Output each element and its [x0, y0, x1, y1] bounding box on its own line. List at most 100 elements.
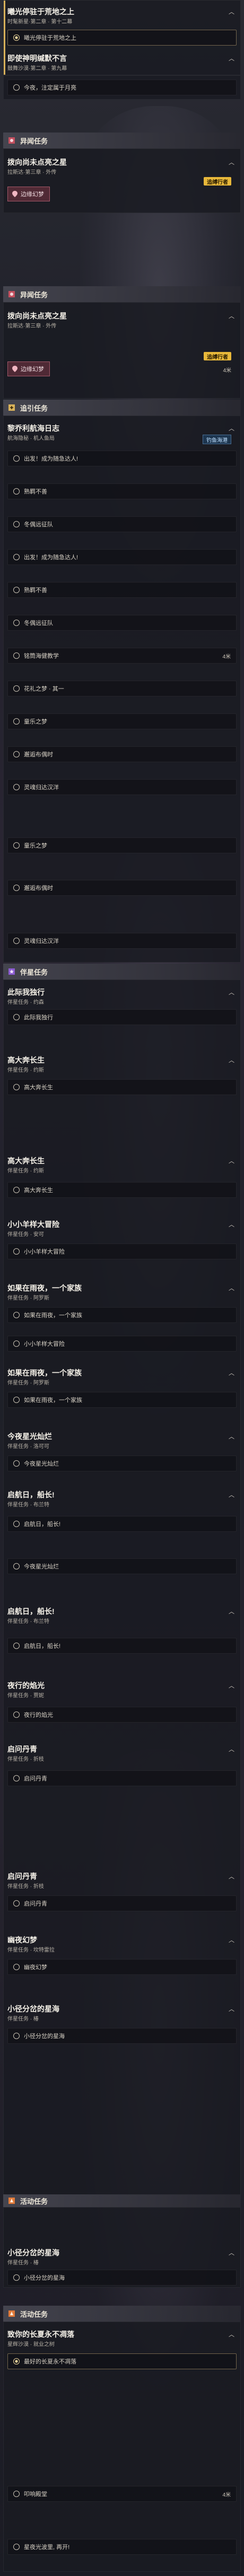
quest-title[interactable]: 此际我独行: [7, 987, 237, 998]
quest-title[interactable]: 小径分岔的星海: [7, 2004, 237, 2014]
quest-title[interactable]: 高大奔长生: [7, 1055, 237, 1065]
tracking-badge[interactable]: 追缚行者: [204, 177, 231, 186]
chevron-up-icon[interactable]: ︿: [229, 1369, 234, 1377]
quest-step[interactable]: 灵魂归达汉洋: [7, 933, 237, 949]
quest-title[interactable]: 如果在雨夜，一个家族: [7, 1283, 237, 1293]
chevron-up-icon[interactable]: ︿: [229, 1432, 234, 1441]
quest-title[interactable]: 今夜星光灿烂: [7, 1431, 237, 1442]
quest-step[interactable]: 今夜星光灿烂: [7, 1558, 237, 1574]
quest-step[interactable]: 小小羊样大冒险: [7, 1336, 237, 1352]
chevron-up-icon[interactable]: ︿: [229, 988, 234, 996]
quest-step[interactable]: 花礼之梦 · 其一: [7, 681, 237, 696]
quest-step[interactable]: 最好的长夏永不凋落: [7, 2353, 237, 2369]
quest-title[interactable]: 拨向尚未点亮之星: [7, 311, 237, 321]
chevron-up-icon[interactable]: ︿: [229, 1157, 234, 1165]
tracking-badge[interactable]: 追缚行者: [204, 352, 231, 360]
chevron-up-icon[interactable]: ︿: [229, 2330, 234, 2339]
section-header-huo[interactable]: 活动任务: [3, 2194, 241, 2207]
quest-step[interactable]: 启航日，船长!: [7, 1638, 237, 1654]
quest-step[interactable]: 出发！成为随急达人!: [7, 451, 237, 466]
quest-title[interactable]: 高大奔长生: [7, 1155, 237, 1166]
chevron-up-icon[interactable]: ︿: [229, 1056, 234, 1064]
quest-title[interactable]: 即使神明缄默不言: [7, 53, 237, 64]
location-chip[interactable]: 边缘幻梦: [7, 361, 50, 376]
chevron-up-icon[interactable]: ︿: [229, 312, 234, 320]
quest-step[interactable]: 熟羁不善: [7, 582, 237, 598]
step-label: 邂逅布偶时: [24, 752, 53, 758]
quest-step[interactable]: 出发！成为随急达人!: [7, 549, 237, 565]
distance-label: 4米: [222, 654, 231, 660]
section-header-zhui[interactable]: 追引任务: [3, 400, 241, 416]
quest-step[interactable]: 小小羊样大冒险: [7, 1243, 237, 1259]
quest-step[interactable]: 高大奔长生: [7, 1079, 237, 1095]
quest-title[interactable]: 启航日，船长!: [7, 1489, 237, 1500]
step-label: 冬偶远征队: [24, 620, 53, 627]
quest-step[interactable]: 星夜光波里, 再开!: [7, 2539, 237, 2555]
quest-title[interactable]: 启问丹青: [7, 1871, 237, 1882]
chevron-up-icon[interactable]: ︿: [229, 1681, 234, 1690]
chevron-up-icon[interactable]: ︿: [229, 158, 234, 166]
checkbox-icon: [13, 2491, 20, 2497]
section-label: 伴星任务: [20, 968, 48, 976]
checkbox-icon: [13, 1084, 20, 1090]
location-chip[interactable]: 边缘幻梦: [7, 187, 50, 201]
section-header-weiyi[interactable]: 异闻任务: [3, 286, 241, 302]
quest-title[interactable]: 启问丹青: [7, 1744, 237, 1754]
quest-step[interactable]: 小径分岔的星海: [7, 2028, 237, 2044]
quest-step[interactable]: 童乐之梦: [7, 713, 237, 729]
quest-step[interactable]: 邂逅布偶时: [7, 880, 237, 896]
chevron-up-icon[interactable]: ︿: [229, 1745, 234, 1753]
quest-step[interactable]: 冬偶远征队: [7, 516, 237, 532]
quest-step[interactable]: 此际我独行: [7, 1009, 237, 1025]
chevron-up-icon[interactable]: ︿: [229, 1872, 234, 1881]
section-header-xie[interactable]: 伴星任务: [3, 964, 241, 980]
quest-step[interactable]: 小径分岔的星海: [7, 2270, 237, 2286]
step-label: 曦光停驻于荒地之上: [24, 35, 76, 41]
chevron-up-icon[interactable]: ︿: [229, 7, 234, 16]
checkbox-icon: [13, 2274, 20, 2281]
quest-step[interactable]: 熟羁不善: [7, 483, 237, 499]
quest-title[interactable]: 黎乔利航海日志: [7, 423, 237, 434]
quest-step[interactable]: 邂逅布偶时: [7, 746, 237, 762]
quest-step[interactable]: 叩响殿堂 4米: [7, 2486, 237, 2502]
section-label: 活动任务: [20, 2197, 48, 2206]
quest-title[interactable]: 小径分岔的星海: [7, 2247, 237, 2258]
quest-step[interactable]: 如果在雨夜，一个家族: [7, 1392, 237, 1408]
quest-subtitle: 伴星任务 · 约斯: [7, 1068, 44, 1073]
quest-title[interactable]: 小小羊样大冒险: [7, 1219, 237, 1230]
quest-step[interactable]: 灵魂归达汉洋: [7, 779, 237, 795]
quest-title[interactable]: 曦光停驻于荒地之上: [7, 6, 237, 17]
checkbox-icon: [13, 1397, 20, 1403]
chevron-up-icon[interactable]: ︿: [229, 1490, 234, 1499]
quest-step[interactable]: 夜行的焰光: [7, 1707, 237, 1723]
quest-title[interactable]: 幽夜幻梦: [7, 1935, 237, 1945]
quest-step[interactable]: 曦光停驻于荒地之上: [7, 30, 237, 46]
quest-step[interactable]: 如果在雨夜，一个家族: [7, 1307, 237, 1323]
checkbox-icon: [13, 1521, 20, 1527]
quest-title[interactable]: 拨向尚未点亮之星: [7, 157, 237, 167]
section-header-weiyi[interactable]: 异闻任务: [3, 133, 241, 148]
chevron-up-icon[interactable]: ︿: [229, 1936, 234, 1944]
quest-step[interactable]: 铭筒海健教学 4米: [7, 648, 237, 664]
quest-title[interactable]: 致你的长夏永不凋落: [7, 2329, 237, 2340]
quest-step[interactable]: 童乐之梦: [7, 837, 237, 853]
section-header-huo[interactable]: 活动任务: [3, 2306, 241, 2322]
quest-step[interactable]: 幽夜幻梦: [7, 1959, 237, 1975]
quest-step[interactable]: 今夜，注定属于月亮: [7, 80, 237, 95]
quest-step[interactable]: 启航日，船长!: [7, 1516, 237, 1532]
quest-title[interactable]: 夜行的焰光: [7, 1680, 237, 1691]
quest-step[interactable]: 启问丹青: [7, 1770, 237, 1786]
chevron-up-icon[interactable]: ︿: [229, 1284, 234, 1292]
chevron-up-icon[interactable]: ︿: [229, 424, 234, 433]
quest-title[interactable]: 如果在雨夜，一个家族: [7, 1368, 237, 1378]
chevron-up-icon[interactable]: ︿: [229, 2005, 234, 2013]
quest-step[interactable]: 启问丹青: [7, 1895, 237, 1911]
chevron-up-icon[interactable]: ︿: [229, 1607, 234, 1616]
quest-step[interactable]: 今夜星光灿烂: [7, 1455, 237, 1471]
chevron-up-icon[interactable]: ︿: [229, 2248, 234, 2257]
chevron-up-icon[interactable]: ︿: [229, 1220, 234, 1229]
quest-title[interactable]: 启航日，船长!: [7, 1606, 237, 1617]
quest-step[interactable]: 高大奔长生: [7, 1182, 237, 1198]
chevron-up-icon[interactable]: ︿: [229, 54, 234, 63]
quest-step[interactable]: 冬偶远征队: [7, 615, 237, 631]
